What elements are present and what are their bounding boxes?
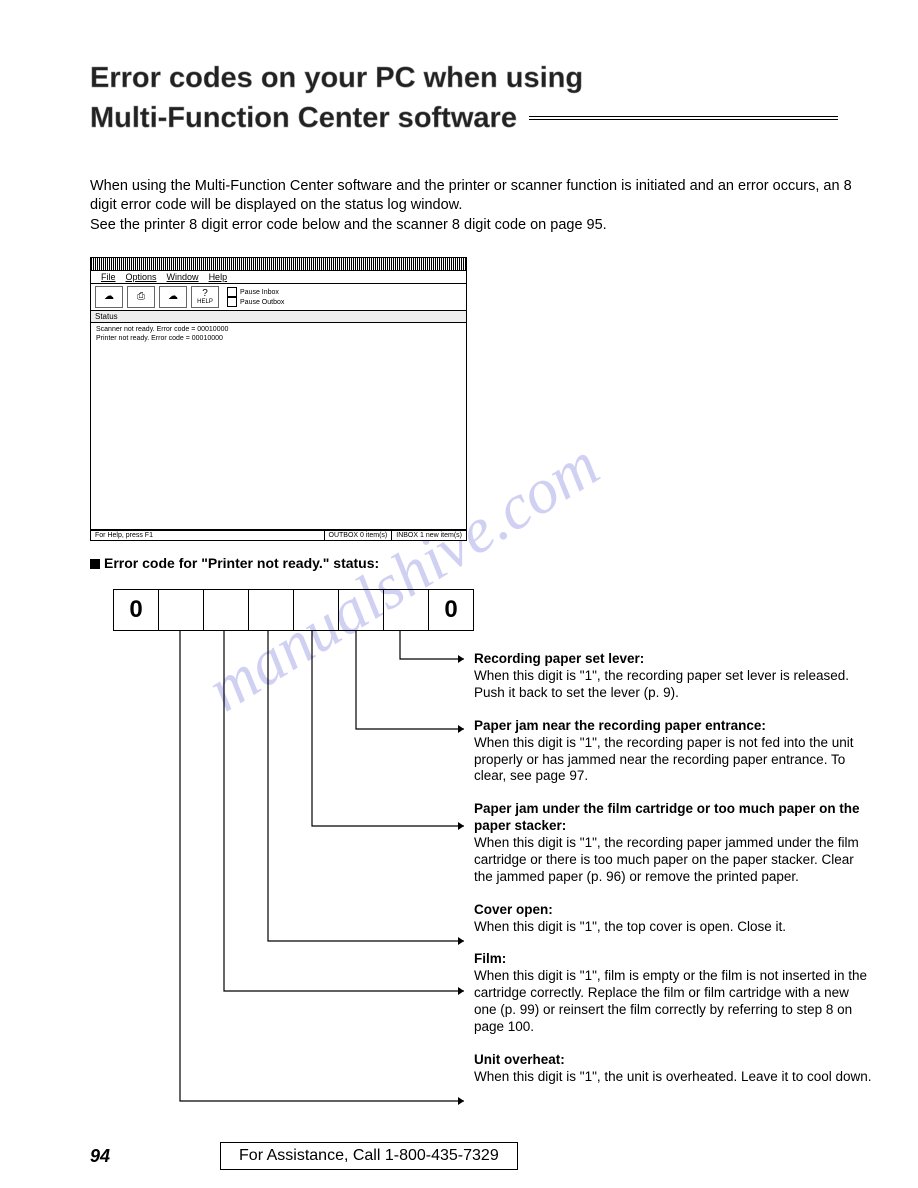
callout-lines-icon (114, 631, 474, 1151)
status-log: Scanner not ready. Error code = 00010000… (91, 323, 466, 530)
checkbox-pause-inbox-label: Pause Inbox (240, 289, 279, 296)
callout-title: Film: (474, 951, 874, 968)
callout-title: Paper jam under the film cartridge or to… (474, 801, 874, 835)
bullet-square-icon (90, 559, 100, 569)
callouts: Recording paper set lever: When this dig… (474, 651, 874, 1101)
callout-recording-paper-set-lever: Recording paper set lever: When this dig… (474, 651, 874, 702)
status-line-1: Scanner not ready. Error code = 00010000 (96, 326, 461, 334)
callout-title: Cover open: (474, 902, 874, 919)
checkbox-pause-outbox[interactable]: Pause Outbox (227, 297, 284, 307)
checkbox-icon (227, 297, 237, 307)
toolbar-checkboxes: Pause Inbox Pause Outbox (227, 287, 284, 307)
title-line-2-text: Multi-Function Center software (90, 100, 517, 136)
callout-title: Unit overheat: (474, 1052, 874, 1069)
toolbar-button-3[interactable]: ☁ (159, 286, 187, 308)
callout-cover-open: Cover open: When this digit is "1", the … (474, 902, 874, 936)
checkbox-pause-inbox[interactable]: Pause Inbox (227, 287, 284, 297)
toolbar-button-help[interactable]: ?HELP (191, 286, 219, 308)
digit-4 (248, 589, 294, 631)
menu-window[interactable]: Window (167, 272, 199, 282)
toolbar: ☁ ⎙ ☁ ?HELP Pause Inbox Pause Outbox (91, 284, 466, 311)
digit-1: 0 (113, 589, 159, 631)
callout-title: Recording paper set lever: (474, 651, 874, 668)
callout-paper-jam-cartridge: Paper jam under the film cartridge or to… (474, 801, 874, 885)
statusbar-help: For Help, press F1 (91, 531, 325, 540)
error-code-heading-text: Error code for "Printer not ready." stat… (104, 555, 379, 571)
digit-3 (203, 589, 249, 631)
cloud-icon: ☁ (104, 292, 114, 302)
digit-8: 0 (428, 589, 474, 631)
window-titlebar (91, 258, 466, 271)
doc-icon: ☁ (168, 292, 178, 302)
printer-icon: ⎙ (137, 292, 145, 302)
checkbox-icon (227, 287, 237, 297)
callout-film: Film: When this digit is "1", film is em… (474, 951, 874, 1035)
toolbar-button-2[interactable]: ⎙ (127, 286, 155, 308)
title-line-1: Error codes on your PC when using (90, 60, 868, 96)
callout-text: When this digit is "1", the recording pa… (474, 668, 874, 702)
menu-file[interactable]: File (101, 272, 116, 282)
status-line-2: Printer not ready. Error code = 00010000 (96, 335, 461, 343)
title-line-2: Multi-Function Center software (90, 100, 868, 136)
digit-2 (158, 589, 204, 631)
assistance-box: For Assistance, Call 1-800-435-7329 (220, 1142, 518, 1170)
digit-7 (383, 589, 429, 631)
page-title: Error codes on your PC when using Multi-… (90, 60, 868, 137)
callout-text: When this digit is "1", the recording pa… (474, 835, 874, 886)
callout-unit-overheat: Unit overheat: When this digit is "1", t… (474, 1052, 874, 1086)
menu-options[interactable]: Options (126, 272, 157, 282)
statusbar-outbox: OUTBOX 0 item(s) (325, 531, 393, 540)
menu-help[interactable]: Help (209, 272, 228, 282)
statusbar: For Help, press F1 OUTBOX 0 item(s) INBO… (91, 531, 466, 540)
app-window: File Options Window Help ☁ ⎙ ☁ ?HELP Pau… (90, 257, 467, 541)
toolbar-help-label: HELP (197, 299, 213, 305)
status-header: Status (91, 311, 466, 323)
statusbar-inbox: INBOX 1 new item(s) (392, 531, 466, 540)
intro-paragraph: When using the Multi-Function Center sof… (90, 177, 868, 236)
callout-paper-jam-entrance: Paper jam near the recording paper entra… (474, 718, 874, 786)
error-code-heading: Error code for "Printer not ready." stat… (90, 555, 868, 571)
callout-text: When this digit is "1", the unit is over… (474, 1069, 874, 1086)
callout-text: When this digit is "1", the top cover is… (474, 919, 874, 936)
callout-text: When this digit is "1", the recording pa… (474, 735, 874, 786)
status-section: Status Scanner not ready. Error code = 0… (91, 311, 466, 531)
page-footer: 94 For Assistance, Call 1-800-435-7329 (90, 1142, 868, 1170)
callout-title: Paper jam near the recording paper entra… (474, 718, 874, 735)
help-icon: ? (202, 289, 208, 299)
checkbox-pause-outbox-label: Pause Outbox (240, 299, 284, 306)
diagram-area: Recording paper set lever: When this dig… (114, 631, 868, 1151)
toolbar-button-1[interactable]: ☁ (95, 286, 123, 308)
title-rule-icon (529, 116, 838, 120)
digit-6 (338, 589, 384, 631)
menubar: File Options Window Help (91, 271, 466, 284)
page-number: 94 (90, 1146, 110, 1167)
callout-text: When this digit is "1", film is empty or… (474, 968, 874, 1036)
digit-row: 0 0 (114, 589, 868, 631)
digit-5 (293, 589, 339, 631)
